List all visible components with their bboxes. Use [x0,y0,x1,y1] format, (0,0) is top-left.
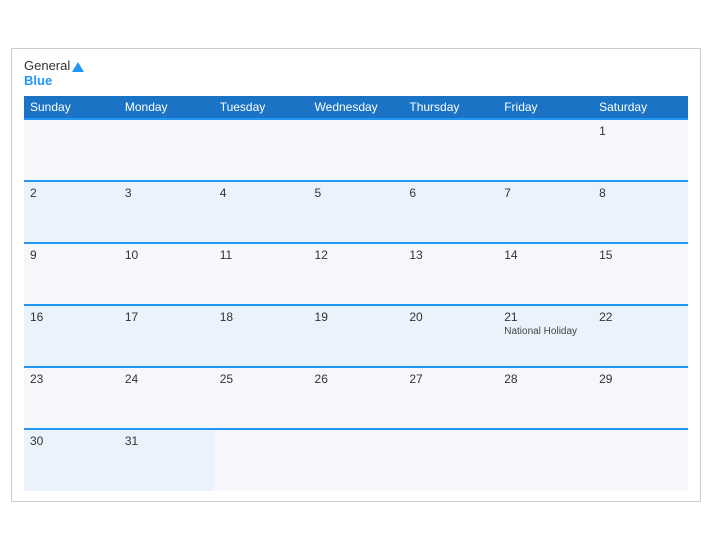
day-number: 26 [315,372,398,386]
day-number: 2 [30,186,113,200]
day-cell-w1-d2 [119,119,214,181]
day-number: 25 [220,372,303,386]
day-cell-w3-d7: 15 [593,243,688,305]
day-cell-w2-d7: 8 [593,181,688,243]
day-cell-w4-d2: 17 [119,305,214,367]
day-cell-w2-d3: 4 [214,181,309,243]
day-cell-w5-d5: 27 [403,367,498,429]
logo-blue-text: Blue [24,74,52,88]
day-number: 28 [504,372,587,386]
day-number: 7 [504,186,587,200]
day-cell-w6-d5 [403,429,498,491]
day-cell-w3-d1: 9 [24,243,119,305]
day-cell-w5-d1: 23 [24,367,119,429]
day-cell-w1-d3 [214,119,309,181]
day-cell-w6-d2: 31 [119,429,214,491]
day-number: 12 [315,248,398,262]
day-cell-w5-d6: 28 [498,367,593,429]
week-row-4: 16 17 18 19 20 21 National Holiday 22 [24,305,688,367]
header-wednesday: Wednesday [309,96,404,119]
day-cell-w2-d4: 5 [309,181,404,243]
day-number: 27 [409,372,492,386]
header-friday: Friday [498,96,593,119]
day-cell-w2-d6: 7 [498,181,593,243]
day-number: 24 [125,372,208,386]
day-cell-w1-d4 [309,119,404,181]
day-cell-w3-d6: 14 [498,243,593,305]
calendar-header: General Blue [24,59,688,88]
day-event-label: National Holiday [504,326,587,337]
day-number: 15 [599,248,682,262]
logo-triangle-icon [72,62,84,72]
day-cell-w4-d5: 20 [403,305,498,367]
day-cell-w5-d4: 26 [309,367,404,429]
day-number: 10 [125,248,208,262]
header-saturday: Saturday [593,96,688,119]
logo-general-text: General [24,59,84,73]
day-number: 13 [409,248,492,262]
day-cell-w4-d1: 16 [24,305,119,367]
day-number: 3 [125,186,208,200]
day-number: 31 [125,434,208,448]
day-cell-w6-d3 [214,429,309,491]
day-number: 18 [220,310,303,324]
weekday-header-row: Sunday Monday Tuesday Wednesday Thursday… [24,96,688,119]
day-number: 22 [599,310,682,324]
week-row-6: 30 31 [24,429,688,491]
day-cell-w4-d4: 19 [309,305,404,367]
day-cell-w5-d7: 29 [593,367,688,429]
day-number: 5 [315,186,398,200]
day-number: 11 [220,248,303,262]
header-sunday: Sunday [24,96,119,119]
day-number: 21 [504,310,587,324]
day-cell-w4-d3: 18 [214,305,309,367]
week-row-1: 1 [24,119,688,181]
day-number: 30 [30,434,113,448]
day-number: 14 [504,248,587,262]
day-cell-w1-d7: 1 [593,119,688,181]
day-number: 6 [409,186,492,200]
week-row-5: 23 24 25 26 27 28 29 [24,367,688,429]
day-cell-w5-d2: 24 [119,367,214,429]
logo: General Blue [24,59,84,88]
header-thursday: Thursday [403,96,498,119]
week-row-3: 9 10 11 12 13 14 15 [24,243,688,305]
day-cell-w6-d4 [309,429,404,491]
day-number: 17 [125,310,208,324]
day-number: 19 [315,310,398,324]
day-cell-w3-d3: 11 [214,243,309,305]
day-number: 29 [599,372,682,386]
day-number: 9 [30,248,113,262]
day-number: 1 [599,124,682,138]
day-cell-w3-d2: 10 [119,243,214,305]
day-number: 23 [30,372,113,386]
header-tuesday: Tuesday [214,96,309,119]
day-cell-w2-d1: 2 [24,181,119,243]
day-cell-w2-d2: 3 [119,181,214,243]
day-cell-w5-d3: 25 [214,367,309,429]
day-cell-w6-d7 [593,429,688,491]
calendar: General Blue Sunday Monday Tuesday Wedne… [11,48,701,502]
calendar-grid: Sunday Monday Tuesday Wednesday Thursday… [24,96,688,491]
day-cell-w2-d5: 6 [403,181,498,243]
day-cell-w1-d5 [403,119,498,181]
day-number: 20 [409,310,492,324]
day-cell-w6-d1: 30 [24,429,119,491]
week-row-2: 2345678 [24,181,688,243]
header-monday: Monday [119,96,214,119]
day-cell-w3-d5: 13 [403,243,498,305]
day-number: 8 [599,186,682,200]
day-cell-w4-d6: 21 National Holiday [498,305,593,367]
day-cell-w1-d1 [24,119,119,181]
day-cell-w4-d7: 22 [593,305,688,367]
day-number: 4 [220,186,303,200]
day-cell-w1-d6 [498,119,593,181]
day-number: 16 [30,310,113,324]
day-cell-w3-d4: 12 [309,243,404,305]
day-cell-w6-d6 [498,429,593,491]
